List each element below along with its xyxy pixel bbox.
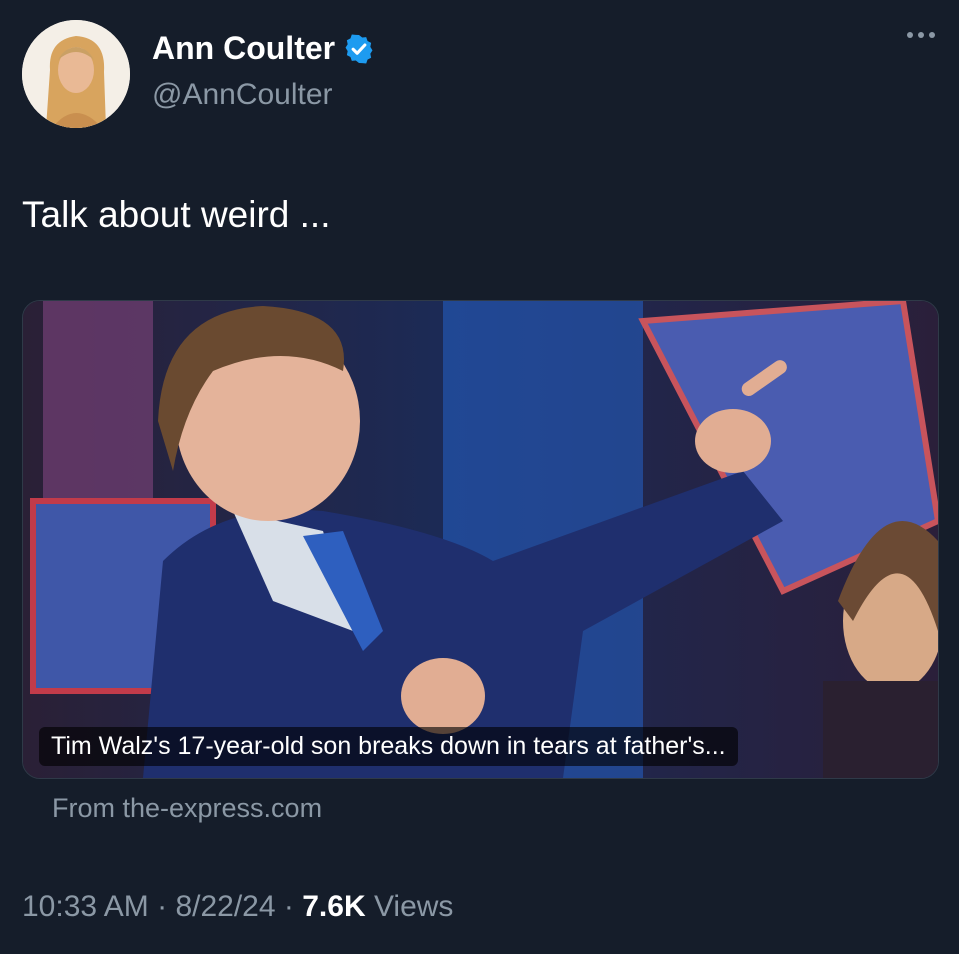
author-name[interactable]: Ann Coulter: [152, 30, 335, 67]
author-handle[interactable]: @AnnCoulter: [152, 78, 333, 112]
meta-separator: ·: [283, 890, 294, 923]
meta-separator: ·: [157, 890, 168, 923]
verified-badge-icon: [345, 33, 373, 64]
avatar-image: [22, 20, 130, 128]
link-source[interactable]: From the-express.com: [52, 793, 322, 824]
views-label: Views: [373, 890, 454, 923]
link-card-image: [23, 301, 938, 778]
more-dot: [907, 32, 913, 38]
tweet-text: Talk about weird ...: [22, 194, 331, 235]
avatar[interactable]: [22, 20, 130, 128]
tweet-meta: 10:33 AM · 8/22/24 · 7.6K Views: [22, 890, 453, 924]
more-options-icon[interactable]: [907, 32, 935, 38]
views-count[interactable]: 7.6K: [302, 890, 365, 923]
more-dot: [918, 32, 924, 38]
author-name-row[interactable]: Ann Coulter: [152, 30, 375, 67]
link-card-headline: Tim Walz's 17-year-old son breaks down i…: [39, 727, 738, 766]
more-dot: [929, 32, 935, 38]
tweet-time[interactable]: 10:33 AM: [22, 890, 149, 923]
link-card[interactable]: Tim Walz's 17-year-old son breaks down i…: [22, 300, 939, 779]
tweet-date[interactable]: 8/22/24: [175, 890, 275, 923]
